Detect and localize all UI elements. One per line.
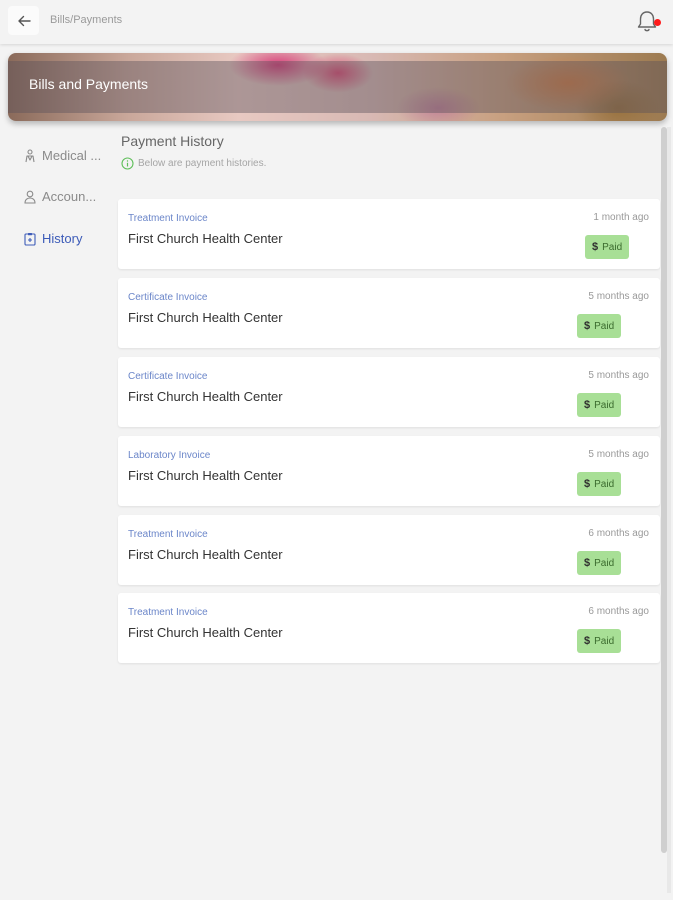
payment-time: 1 month ago — [593, 212, 649, 223]
payment-card[interactable]: Certificate Invoice First Church Health … — [118, 357, 660, 427]
status-badge: $ Paid — [577, 472, 622, 496]
facility-name: First Church Health Center — [128, 231, 283, 246]
facility-name: First Church Health Center — [128, 468, 283, 483]
status-label: Paid — [594, 478, 615, 490]
payment-time: 6 months ago — [588, 528, 649, 539]
header-banner: Bills and Payments — [8, 53, 667, 121]
facility-name: First Church Health Center — [128, 625, 283, 640]
invoice-type: Treatment Invoice — [128, 213, 208, 224]
facility-name: First Church Health Center — [128, 547, 283, 562]
status-label: Paid — [594, 399, 615, 411]
payment-card[interactable]: Treatment Invoice First Church Health Ce… — [118, 515, 660, 585]
facility-name: First Church Health Center — [128, 310, 283, 325]
status-badge: $ Paid — [577, 314, 622, 338]
dollar-icon: $ — [584, 399, 591, 411]
history-icon — [24, 232, 36, 246]
status-badge: $ Paid — [577, 393, 622, 417]
dollar-icon: $ — [584, 557, 591, 569]
sidebar-item-history[interactable]: History — [24, 231, 82, 246]
user-icon — [24, 190, 36, 204]
dollar-icon: $ — [584, 478, 591, 490]
payment-time: 5 months ago — [588, 291, 649, 302]
dollar-icon: $ — [584, 635, 591, 647]
status-badge: $ Paid — [577, 629, 622, 653]
payment-card[interactable]: Certificate Invoice First Church Health … — [118, 278, 660, 348]
page-title: Payment History — [121, 133, 224, 149]
status-label: Paid — [594, 557, 615, 569]
payment-card[interactable]: Treatment Invoice First Church Health Ce… — [118, 593, 660, 663]
payment-time: 5 months ago — [588, 370, 649, 381]
page-subtitle: Below are payment histories. — [121, 157, 266, 170]
status-badge: $ Paid — [577, 551, 622, 575]
sidebar-item-medical[interactable]: Medical ... — [24, 148, 101, 163]
status-label: Paid — [594, 635, 615, 647]
notification-dot — [654, 19, 661, 26]
status-badge: $ Paid — [585, 235, 630, 259]
payment-time: 5 months ago — [588, 449, 649, 460]
dollar-icon: $ — [584, 320, 591, 332]
breadcrumb: Bills/Payments — [50, 14, 123, 26]
scrollbar-track[interactable] — [667, 127, 671, 893]
subtitle-text: Below are payment histories. — [138, 158, 267, 169]
dollar-icon: $ — [592, 241, 599, 253]
payment-time: 6 months ago — [588, 606, 649, 617]
invoice-type: Certificate Invoice — [128, 292, 208, 303]
arrow-left-icon — [17, 15, 31, 26]
facility-name: First Church Health Center — [128, 389, 283, 404]
payment-card[interactable]: Treatment Invoice First Church Health Ce… — [118, 199, 660, 269]
invoice-type: Laboratory Invoice — [128, 450, 211, 461]
top-bar: Bills/Payments — [0, 0, 673, 44]
status-label: Paid — [602, 241, 623, 253]
status-label: Paid — [594, 320, 615, 332]
info-icon — [121, 157, 134, 170]
medical-icon — [25, 148, 35, 162]
invoice-type: Treatment Invoice — [128, 529, 208, 540]
banner-title: Bills and Payments — [29, 76, 149, 92]
sidebar-item-label: Accoun... — [42, 189, 97, 204]
payment-card[interactable]: Laboratory Invoice First Church Health C… — [118, 436, 660, 506]
scrollbar-thumb[interactable] — [661, 127, 667, 853]
sidebar-item-label: History — [42, 231, 83, 246]
invoice-type: Certificate Invoice — [128, 371, 208, 382]
back-button[interactable] — [8, 6, 39, 35]
sidebar-item-account[interactable]: Accoun... — [24, 189, 96, 204]
invoice-type: Treatment Invoice — [128, 607, 208, 618]
sidebar-item-label: Medical ... — [42, 148, 102, 163]
